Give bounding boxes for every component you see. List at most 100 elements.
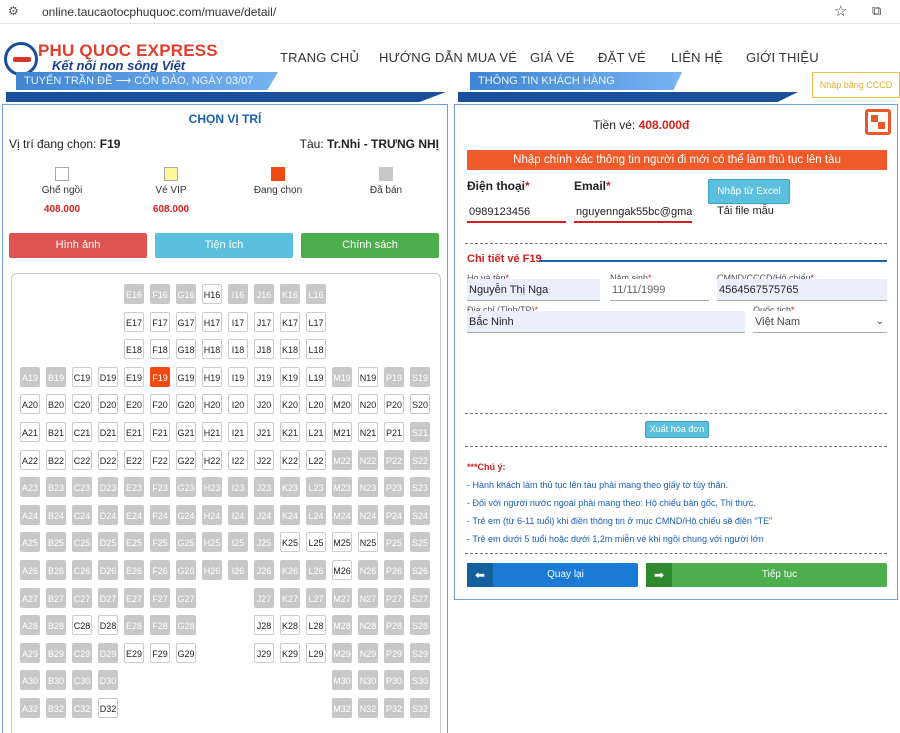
seat-f28[interactable]: F28: [150, 615, 170, 636]
seat-e25[interactable]: E25: [124, 532, 144, 553]
seat-i20[interactable]: I20: [228, 394, 248, 415]
seat-f22[interactable]: F22: [150, 449, 170, 470]
browser-address-bar[interactable]: ⚙ online.taucaotocphuquoc.com/muave/deta…: [0, 0, 900, 24]
seat-k20[interactable]: K20: [280, 394, 300, 415]
seat-j19[interactable]: J19: [254, 366, 274, 387]
seat-s32[interactable]: S32: [410, 698, 430, 718]
seat-b25[interactable]: B25: [46, 532, 66, 553]
seat-i26[interactable]: I26: [228, 560, 248, 580]
download-template-link[interactable]: Tải file mẫu: [717, 205, 774, 217]
url-text[interactable]: online.taucaotocphuquoc.com/muave/detail…: [42, 5, 276, 19]
nav-booking[interactable]: ĐẶT VÉ: [598, 50, 646, 65]
seat-k25[interactable]: K25: [280, 532, 300, 553]
seat-b23[interactable]: B23: [46, 477, 66, 498]
seat-n29[interactable]: N29: [358, 642, 378, 663]
seat-c29[interactable]: C29: [72, 642, 92, 663]
seat-l27[interactable]: L27: [306, 587, 326, 608]
seat-i18[interactable]: I18: [228, 339, 248, 360]
seat-b27[interactable]: B27: [46, 587, 66, 608]
seat-f19[interactable]: F19: [150, 366, 170, 387]
seat-j24[interactable]: J24: [254, 504, 274, 525]
seat-d32[interactable]: D32: [98, 698, 118, 718]
seat-i25[interactable]: I25: [228, 532, 248, 553]
id-input[interactable]: 4564567575765: [717, 279, 887, 301]
email-input[interactable]: nguyenngak55bc@gmai: [574, 201, 692, 223]
seat-e17[interactable]: E17: [124, 311, 144, 332]
seat-e20[interactable]: E20: [124, 394, 144, 415]
seat-k24[interactable]: K24: [280, 504, 300, 525]
seat-l18[interactable]: L18: [306, 339, 326, 360]
seat-c32[interactable]: C32: [72, 698, 92, 718]
seat-j22[interactable]: J22: [254, 449, 274, 470]
seat-f24[interactable]: F24: [150, 504, 170, 525]
seat-d23[interactable]: D23: [98, 477, 118, 498]
seat-d25[interactable]: D25: [98, 532, 118, 553]
seat-p26[interactable]: P26: [384, 560, 404, 580]
seat-b21[interactable]: B21: [46, 422, 66, 442]
seat-l22[interactable]: L22: [306, 449, 326, 470]
seat-s21[interactable]: S21: [410, 422, 430, 442]
seat-n28[interactable]: N28: [358, 615, 378, 636]
nav-about[interactable]: GIỚI THIỆU: [746, 50, 819, 65]
seat-h20[interactable]: H20: [202, 394, 222, 415]
seat-c19[interactable]: C19: [72, 366, 92, 387]
logo-icon[interactable]: [4, 42, 38, 76]
seat-a29[interactable]: A29: [20, 642, 40, 663]
seat-a19[interactable]: A19: [20, 366, 40, 387]
export-invoice-button[interactable]: Xuất hóa đơn: [645, 421, 709, 438]
seat-s28[interactable]: S28: [410, 615, 430, 636]
seat-p27[interactable]: P27: [384, 587, 404, 608]
seat-m21[interactable]: M21: [332, 422, 352, 442]
seat-a25[interactable]: A25: [20, 532, 40, 553]
seat-j25[interactable]: J25: [254, 532, 274, 553]
seat-e21[interactable]: E21: [124, 422, 144, 442]
seat-i21[interactable]: I21: [228, 422, 248, 442]
seat-f20[interactable]: F20: [150, 394, 170, 415]
seat-a21[interactable]: A21: [20, 422, 40, 442]
bookmark-star-icon[interactable]: ☆: [834, 2, 847, 20]
seat-m25[interactable]: M25: [332, 532, 352, 553]
seat-g19[interactable]: G19: [176, 366, 196, 387]
seat-l16[interactable]: L16: [306, 284, 326, 304]
seat-l24[interactable]: L24: [306, 504, 326, 525]
seat-k16[interactable]: K16: [280, 284, 300, 304]
seat-b24[interactable]: B24: [46, 504, 66, 525]
seat-s27[interactable]: S27: [410, 587, 430, 608]
seat-k21[interactable]: K21: [280, 422, 300, 442]
seat-e18[interactable]: E18: [124, 339, 144, 360]
seat-k26[interactable]: K26: [280, 560, 300, 580]
seat-b19[interactable]: B19: [46, 366, 66, 387]
seat-p19[interactable]: P19: [384, 366, 404, 387]
seat-p29[interactable]: P29: [384, 642, 404, 663]
seat-c21[interactable]: C21: [72, 422, 92, 442]
qr-code-icon[interactable]: [865, 109, 891, 135]
seat-n22[interactable]: N22: [358, 449, 378, 470]
seat-e27[interactable]: E27: [124, 587, 144, 608]
policy-button[interactable]: Chính sách: [301, 233, 439, 258]
seat-m19[interactable]: M19: [332, 366, 352, 387]
seat-h19[interactable]: H19: [202, 366, 222, 387]
seat-d20[interactable]: D20: [98, 394, 118, 415]
seat-s30[interactable]: S30: [410, 670, 430, 691]
address-input[interactable]: Bắc Ninh: [467, 311, 745, 333]
seat-a24[interactable]: A24: [20, 504, 40, 525]
seat-e22[interactable]: E22: [124, 449, 144, 470]
seat-j16[interactable]: J16: [254, 284, 274, 304]
seat-c27[interactable]: C27: [72, 587, 92, 608]
seat-h18[interactable]: H18: [202, 339, 222, 360]
seat-a30[interactable]: A30: [20, 670, 40, 691]
seat-e29[interactable]: E29: [124, 642, 144, 663]
seat-f25[interactable]: F25: [150, 532, 170, 553]
seat-n27[interactable]: N27: [358, 587, 378, 608]
cccd-input-button[interactable]: Nhập bằng CCCD: [812, 72, 900, 98]
seat-p22[interactable]: P22: [384, 449, 404, 470]
seat-f21[interactable]: F21: [150, 422, 170, 442]
seat-a23[interactable]: A23: [20, 477, 40, 498]
continue-button[interactable]: ➡ Tiếp tục: [646, 563, 887, 587]
seat-a32[interactable]: A32: [20, 698, 40, 718]
seat-c28[interactable]: C28: [72, 615, 92, 636]
seat-f27[interactable]: F27: [150, 587, 170, 608]
seat-g27[interactable]: G27: [176, 587, 196, 608]
seat-k27[interactable]: K27: [280, 587, 300, 608]
extensions-icon[interactable]: ⧉: [872, 3, 881, 19]
